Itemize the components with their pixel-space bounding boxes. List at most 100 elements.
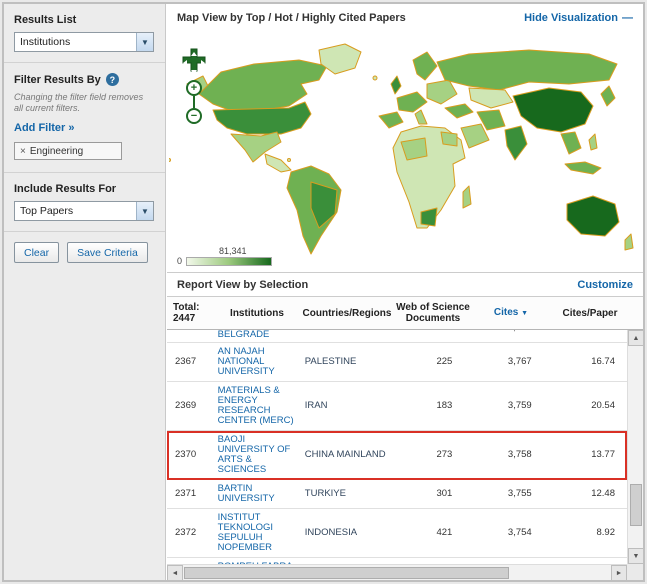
institution-cell: MATERIALS & ENERGY RESEARCH CENTER (MERC… [213, 382, 300, 430]
legend-max-value: 81,341 [219, 246, 287, 256]
institution-link[interactable]: MATERIALS & ENERGY RESEARCH CENTER (MERC… [218, 385, 294, 426]
rank-cell: 2369 [167, 397, 213, 415]
table-row-clipped: 2366 BELGRADE SERBIA 451 3,771 8.36 [167, 330, 627, 343]
filter-by-label: Filter Results By [14, 74, 101, 86]
documents-cell: 183 [391, 397, 470, 415]
divider [4, 231, 165, 232]
filter-chip-label: Engineering [30, 146, 83, 157]
zoom-slider-track[interactable] [193, 96, 195, 108]
rank-cell: 2371 [167, 485, 213, 503]
scroll-up-button[interactable]: ▲ [628, 330, 644, 346]
institution-link[interactable]: BAOJI UNIVERSITY OF ARTS & SCIENCES [218, 434, 291, 475]
map-legend: 81,341 0 [177, 246, 287, 266]
map-pan-control[interactable] [177, 46, 211, 80]
documents-cell: 451 [391, 330, 470, 333]
divider [4, 62, 165, 63]
cites-per-paper-cell: 13.77 [546, 446, 627, 464]
table-row-highlighted: 2370 BAOJI UNIVERSITY OF ARTS & SCIENCES… [167, 431, 627, 480]
header-documents: Web of Science Documents [393, 302, 473, 324]
country-cell: INDONESIA [300, 524, 391, 542]
hide-visualization-link[interactable]: Hide Visualization — [524, 12, 633, 24]
sidebar: Results List Institutions ▼ Filter Resul… [4, 4, 166, 580]
country-cell: CHINA MAINLAND [300, 446, 391, 464]
filter-chip-engineering[interactable]: × Engineering [14, 142, 122, 160]
vertical-scroll-thumb[interactable] [630, 484, 642, 526]
horizontal-scroll-thumb[interactable] [184, 567, 509, 579]
cites-cell: 3,767 [470, 353, 545, 371]
chevron-down-icon: ▼ [136, 202, 153, 220]
cites-cell: 3,771 [470, 330, 545, 333]
documents-cell: 301 [391, 485, 470, 503]
horizontal-scrollbar[interactable]: ◄ ► [167, 564, 627, 580]
documents-cell: 225 [391, 353, 470, 371]
chevron-down-icon: ▼ [136, 33, 153, 51]
add-filter-link[interactable]: Add Filter » [14, 122, 155, 134]
cites-per-paper-cell: 8.92 [546, 524, 627, 542]
save-criteria-button[interactable]: Save Criteria [67, 242, 148, 263]
results-list-select[interactable]: Institutions ▼ [14, 32, 154, 52]
cites-cell: 3,758 [470, 446, 545, 464]
institution-link[interactable]: AN NAJAH NATIONAL UNIVERSITY [218, 346, 275, 377]
app-window: Results List Institutions ▼ Filter Resul… [2, 2, 645, 582]
report-view-title: Report View by Selection [177, 279, 308, 291]
results-list-label: Results List [14, 14, 155, 26]
institution-cell: BELGRADE [213, 330, 300, 340]
world-map[interactable]: + − 81,341 0 [167, 32, 643, 272]
zoom-in-button[interactable]: + [186, 80, 202, 96]
divider [4, 172, 165, 173]
table-header-row: Total: 2447 Institutions Countries/Regio… [167, 296, 643, 330]
customize-link[interactable]: Customize [577, 279, 633, 291]
rank-cell: 2366 [167, 330, 213, 333]
table-row: 2369 MATERIALS & ENERGY RESEARCH CENTER … [167, 382, 627, 431]
legend-min-value: 0 [177, 256, 182, 266]
sort-desc-icon: ▼ [521, 310, 528, 317]
institution-link[interactable]: INSTITUT TEKNOLOGI SEPULUH NOPEMBER [218, 512, 273, 553]
cites-cell: 3,759 [470, 397, 545, 415]
table-row: 2372 INSTITUT TEKNOLOGI SEPULUH NOPEMBER… [167, 509, 627, 558]
header-countries: Countries/Regions [301, 308, 393, 319]
map-view-title: Map View by Top / Hot / Highly Cited Pap… [177, 12, 406, 24]
help-icon[interactable]: ? [106, 73, 119, 86]
cites-cell: 3,754 [470, 524, 545, 542]
country-cell: IRAN [300, 397, 391, 415]
rank-cell: 2370 [167, 446, 213, 464]
institution-link[interactable]: BELGRADE [218, 330, 270, 340]
cites-per-paper-cell: 16.74 [546, 353, 627, 371]
world-map-canvas [169, 32, 643, 270]
scroll-down-button[interactable]: ▼ [628, 548, 644, 564]
institution-link[interactable]: BARTIN UNIVERSITY [218, 483, 275, 504]
main-panel: Map View by Top / Hot / Highly Cited Pap… [167, 4, 643, 580]
country-cell: SERBIA [300, 330, 391, 333]
scroll-right-button[interactable]: ► [611, 565, 627, 581]
country-cell: PALESTINE [300, 353, 391, 371]
header-cites-per-paper: Cites/Paper [549, 308, 631, 319]
zoom-out-button[interactable]: − [186, 108, 202, 124]
legend-gradient-bar [186, 257, 272, 266]
remove-filter-icon[interactable]: × [20, 146, 26, 157]
table-row: 2367 AN NAJAH NATIONAL UNIVERSITY PALEST… [167, 343, 627, 382]
header-cites-sort[interactable]: Cites ▼ [473, 307, 549, 319]
minimize-icon: — [622, 12, 633, 24]
header-total: Total: 2447 [167, 302, 213, 324]
institution-cell: BARTIN UNIVERSITY [213, 480, 300, 508]
include-results-label: Include Results For [14, 183, 155, 195]
scroll-left-button[interactable]: ◄ [167, 565, 183, 581]
header-institutions: Institutions [213, 308, 301, 319]
rank-cell: 2367 [167, 353, 213, 371]
rank-cell: 2372 [167, 524, 213, 542]
documents-cell: 273 [391, 446, 470, 464]
filter-note: Changing the filter field removes all cu… [14, 92, 144, 114]
scrollbar-corner [627, 564, 643, 580]
institution-cell: BAOJI UNIVERSITY OF ARTS & SCIENCES [213, 431, 300, 479]
vertical-scrollbar[interactable]: ▲ ▼ [627, 330, 643, 564]
include-results-select[interactable]: Top Papers ▼ [14, 201, 154, 221]
institution-cell: INSTITUT TEKNOLOGI SEPULUH NOPEMBER [213, 509, 300, 557]
table-body: 2366 BELGRADE SERBIA 451 3,771 8.36 2367… [167, 330, 627, 564]
cites-per-paper-cell: 12.48 [546, 485, 627, 503]
country-cell: TURKIYE [300, 485, 391, 503]
map-zoom-controls: + − [177, 46, 211, 124]
cites-per-paper-cell: 20.54 [546, 397, 627, 415]
include-results-value: Top Papers [15, 205, 136, 217]
clear-button[interactable]: Clear [14, 242, 59, 263]
institution-cell: AN NAJAH NATIONAL UNIVERSITY [213, 343, 300, 381]
